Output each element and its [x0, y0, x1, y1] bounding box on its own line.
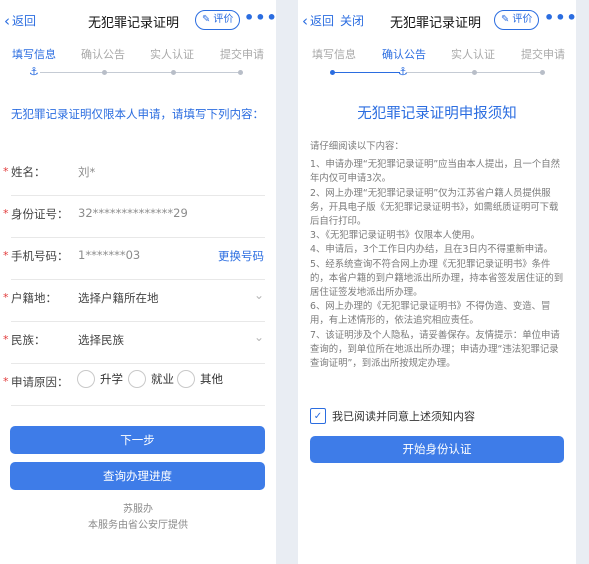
- step-fill-info: 填写信息: [12, 48, 56, 61]
- step-submit: 提交申请: [521, 48, 565, 61]
- notice-item: 5、经系统查询不符合网上办理《无犯罪记录证明书》条件的，本省户籍的到户籍地派出所…: [310, 258, 564, 299]
- step-confirm-notice: 确认公告: [382, 48, 426, 61]
- id-row: * 身份证号： 32**************29: [0, 190, 276, 238]
- step-confirm-notice: 确认公告: [81, 48, 125, 61]
- required-mark: *: [3, 291, 9, 304]
- back-button[interactable]: ‹ 返回 关闭: [302, 12, 364, 29]
- chevron-left-icon: ‹: [4, 11, 10, 30]
- form-screen: ‹ 返回 无犯罪记录证明 ✎ 评价 ••• 填写信息 确认公告 实人认证 提交申…: [0, 0, 276, 564]
- agree-checkbox[interactable]: ✓ 我已阅读并同意上述须知内容: [310, 408, 475, 424]
- page-title: 无犯罪记录证明: [88, 16, 180, 31]
- radio-circle: [128, 370, 146, 388]
- step-identity-verify: 实人认证: [150, 48, 194, 61]
- footer-app-name: 苏服办: [123, 504, 153, 515]
- reason-radio-employment[interactable]: 就业: [128, 370, 174, 388]
- step-dot: [238, 70, 243, 75]
- back-button[interactable]: ‹ 返回: [4, 12, 36, 29]
- edit-icon: ✎: [501, 14, 510, 25]
- required-mark: *: [3, 207, 9, 220]
- step-dot: [171, 70, 176, 75]
- edit-icon: ✎: [202, 14, 211, 25]
- anchor-icon: ⚓: [29, 65, 39, 78]
- step-indicator: 填写信息 确认公告 实人认证 提交申请 ⚓: [298, 44, 576, 84]
- more-menu-button[interactable]: •••: [544, 8, 576, 27]
- footer-provider: 本服务由省公安厅提供: [88, 520, 188, 531]
- radio-label: 就业: [151, 372, 174, 386]
- top-bar: ‹ 返回 无犯罪记录证明 ✎ 评价 •••: [0, 0, 276, 42]
- notice-title: 无犯罪记录证明申报须知: [357, 106, 517, 122]
- notice-item: 3、《无犯罪记录证明书》仅限本人使用。: [310, 230, 481, 242]
- household-row[interactable]: * 户籍地： 选择户籍所在地 ⌄: [0, 274, 276, 322]
- radio-label: 升学: [100, 372, 123, 386]
- agree-label: 我已阅读并同意上述须知内容: [332, 410, 475, 423]
- radio-circle: [77, 370, 95, 388]
- back-label: 返回: [310, 14, 335, 28]
- notice-item: 4、申请后，3个工作日内办结，且在3日内不得重新申请。: [310, 244, 553, 256]
- required-mark: *: [3, 165, 9, 178]
- required-mark: *: [3, 375, 9, 388]
- notice-intro: 请仔细阅读以下内容：: [310, 141, 404, 152]
- chevron-down-icon: ⌄: [253, 288, 264, 302]
- rate-button[interactable]: ✎ 评价: [494, 10, 540, 30]
- phone-row: * 手机号码： 1*******03 更换号码: [0, 232, 276, 280]
- chevron-left-icon: ‹: [302, 11, 308, 30]
- step-track-done: [332, 72, 400, 73]
- notice-item: 1、申请办理“无犯罪记录证明”应当由本人提出，且一个自然年内仅可申请3次。: [310, 159, 561, 185]
- id-label: 身份证号：: [11, 207, 69, 221]
- step-track: [40, 72, 240, 73]
- ethnic-row[interactable]: * 民族： 选择民族 ⌄: [0, 316, 276, 364]
- required-mark: *: [3, 333, 9, 346]
- notice-body: 请仔细阅读以下内容： 1、申请办理“无犯罪记录证明”应当由本人提出，且一个自然年…: [310, 140, 564, 371]
- reason-row: * 申请原因： 升学 就业 其他: [0, 358, 276, 406]
- close-button[interactable]: 关闭: [340, 12, 364, 29]
- ethnic-select[interactable]: 选择民族: [78, 332, 124, 348]
- notice-item: 2、网上办理“无犯罪记录证明”仅为江苏省户籍人员提供服务，开具电子版《无犯罪记录…: [310, 187, 559, 228]
- more-menu-button[interactable]: •••: [244, 8, 276, 27]
- reason-radio-other[interactable]: 其他: [177, 370, 223, 388]
- step-dot: [472, 70, 477, 75]
- next-step-button[interactable]: 下一步: [10, 426, 265, 454]
- step-submit: 提交申请: [220, 48, 264, 61]
- ethnic-label: 民族：: [11, 333, 46, 347]
- check-icon: ✓: [310, 408, 326, 424]
- step-dot: [540, 70, 545, 75]
- reason-label: 申请原因：: [11, 375, 69, 389]
- change-phone-link[interactable]: 更换号码: [218, 248, 264, 264]
- notice-item: 6、网上办理的《无犯罪记录证明书》不得伪造、变造、冒用，有上述情形的，依法追究相…: [310, 301, 551, 327]
- rate-button[interactable]: ✎ 评价: [195, 10, 241, 30]
- step-dot: [330, 70, 335, 75]
- notice-screen: ‹ 返回 关闭 无犯罪记录证明 ✎ 评价 ••• 填写信息 确认公告 实人认证 …: [298, 0, 576, 564]
- anchor-icon: ⚓: [398, 65, 408, 78]
- page-title: 无犯罪记录证明: [390, 16, 482, 31]
- name-value: 刘*: [78, 165, 96, 179]
- step-fill-info: 填写信息: [312, 48, 356, 61]
- required-mark: *: [3, 249, 9, 262]
- radio-label: 其他: [200, 372, 223, 386]
- rate-label: 评价: [512, 14, 533, 25]
- radio-circle: [177, 370, 195, 388]
- phone-value: 1*******03: [78, 248, 141, 262]
- phone-label: 手机号码：: [11, 249, 69, 263]
- back-label: 返回: [12, 14, 37, 28]
- chevron-down-icon: ⌄: [253, 330, 264, 344]
- step-indicator: 填写信息 确认公告 实人认证 提交申请 ⚓: [0, 44, 276, 84]
- start-identity-button[interactable]: 开始身份认证: [310, 436, 564, 463]
- notice-item: 7、该证明涉及个人隐私，请妥善保存。友情提示：单位申请查询的，到单位所在地派出所…: [310, 329, 560, 370]
- household-select[interactable]: 选择户籍所在地: [78, 290, 159, 306]
- name-label: 姓名：: [11, 165, 46, 179]
- id-value: 32**************29: [78, 206, 188, 220]
- divider: [11, 405, 265, 406]
- step-identity-verify: 实人认证: [451, 48, 495, 61]
- household-label: 户籍地：: [11, 291, 57, 305]
- name-row: * 姓名： 刘*: [0, 148, 276, 196]
- reason-radio-study[interactable]: 升学: [77, 370, 123, 388]
- rate-label: 评价: [213, 14, 234, 25]
- query-progress-button[interactable]: 查询办理进度: [10, 462, 265, 490]
- step-dot: [102, 70, 107, 75]
- form-intro: 无犯罪记录证明仅限本人申请，请填写下列内容：: [11, 107, 264, 121]
- top-bar: ‹ 返回 关闭 无犯罪记录证明 ✎ 评价 •••: [298, 0, 576, 42]
